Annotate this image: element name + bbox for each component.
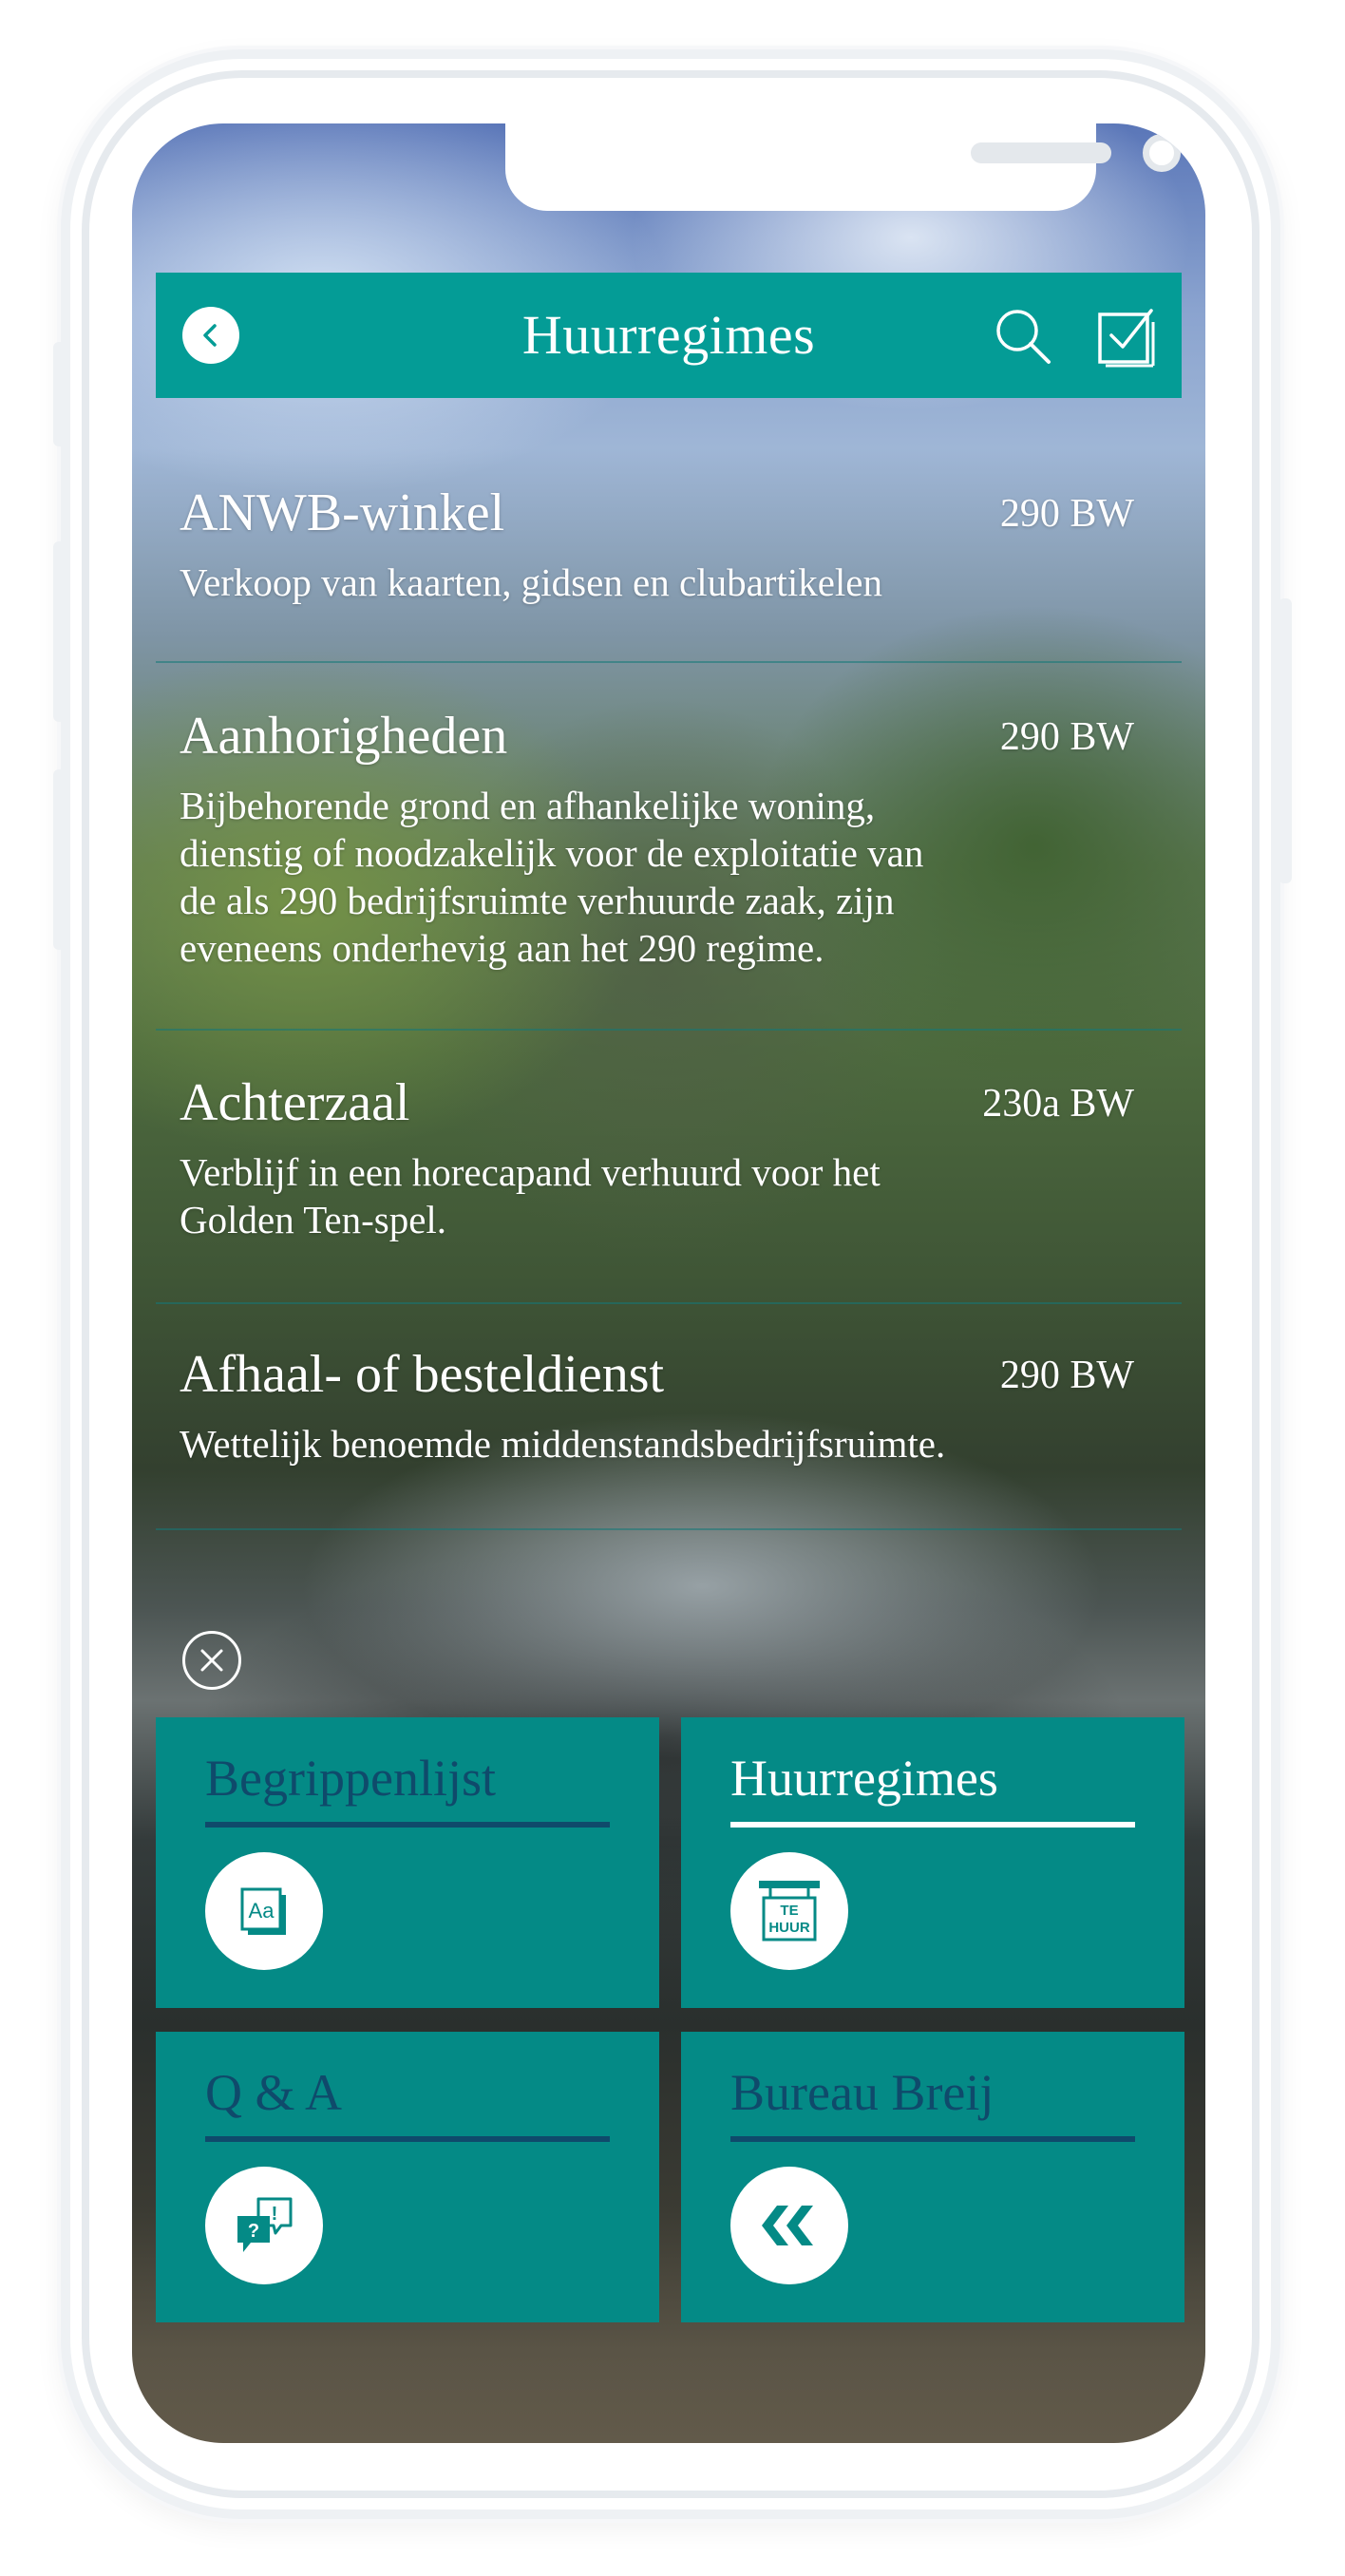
tile-underline xyxy=(205,2136,610,2142)
list-item[interactable]: Afhaal- of besteldienst 290 BW Wettelijk… xyxy=(156,1344,1182,1530)
description-line: Golden Ten-spel. xyxy=(180,1198,447,1241)
entry-description: Bijbehorende grond en afhankelijke wonin… xyxy=(180,782,1139,972)
notch xyxy=(505,123,1181,211)
tile-underline xyxy=(205,1822,610,1828)
tile-label: Begrippenlijst xyxy=(205,1750,496,1807)
svg-text:!: ! xyxy=(272,2204,278,2225)
menu-tile-bureau-breij[interactable]: Bureau Breij xyxy=(681,2032,1184,2322)
tile-label: Huurregimes xyxy=(730,1750,998,1807)
entry-code: 290 BW xyxy=(999,715,1134,759)
mute-switch xyxy=(53,342,66,446)
menu-tile-qa[interactable]: Q & A ! ? xyxy=(156,2032,659,2322)
back-button[interactable] xyxy=(182,307,239,364)
app-header: Huurregimes xyxy=(156,273,1182,398)
list-item[interactable]: ANWB-winkel 290 BW Verkoop van kaarten, … xyxy=(156,483,1182,663)
double-chevron-left-logo-icon xyxy=(730,2167,848,2284)
close-menu-button[interactable] xyxy=(182,1631,241,1690)
app-screen: Huurregimes ANWB-winkel 290 BW Verkoop v… xyxy=(132,123,1205,2443)
tile-label: Bureau Breij xyxy=(730,2064,995,2121)
entry-code: 230a BW xyxy=(982,1082,1134,1126)
sign-text-top: TE xyxy=(780,1903,798,1919)
entry-code: 290 BW xyxy=(999,492,1134,536)
entry-title: Achterzaal xyxy=(180,1073,410,1132)
chevron-left-icon xyxy=(203,324,217,347)
list-item[interactable]: Aanhorigheden 290 BW Bijbehorende grond … xyxy=(156,706,1182,1031)
description-line: de als 290 bedrijfsruimte verhuurde zaak… xyxy=(180,879,895,922)
speaker-grille xyxy=(971,142,1111,163)
glossary-aa-icon: Aa xyxy=(205,1852,323,1970)
entry-description: Verblijf in een horecapand verhuurd voor… xyxy=(180,1148,1139,1243)
description-line: dienstig of noodzakelijk voor de exploit… xyxy=(180,831,924,875)
close-circle-icon xyxy=(200,1649,223,1672)
volume-down-button xyxy=(53,769,66,950)
description-line: Bijbehorende grond en afhankelijke wonin… xyxy=(180,784,876,827)
tile-label: Q & A xyxy=(205,2064,343,2121)
menu-tile-begrippenlijst[interactable]: Begrippenlijst Aa xyxy=(156,1717,659,2008)
entry-description: Wettelijk benoemde middenstandsbedrijfsr… xyxy=(180,1422,946,1466)
sign-text-bottom: HUUR xyxy=(768,1920,809,1936)
te-huur-sign-icon: TE HUUR xyxy=(730,1852,848,1970)
entry-title: Aanhorigheden xyxy=(180,707,508,766)
question-answer-bubbles-icon: ! ? xyxy=(205,2167,323,2284)
volume-up-button xyxy=(53,541,66,722)
search-button[interactable] xyxy=(992,305,1054,368)
entry-title: Afhaal- of besteldienst xyxy=(180,1345,665,1404)
entry-description: Verkoop van kaarten, gidsen en clubartik… xyxy=(180,560,883,604)
tile-underline xyxy=(730,2136,1135,2142)
description-line: Verblijf in een horecapand verhuurd voor… xyxy=(180,1150,881,1194)
svg-text:Aa: Aa xyxy=(249,1899,275,1923)
entry-title: ANWB-winkel xyxy=(180,483,505,542)
checkbox-icon xyxy=(1098,309,1155,368)
checklist-button[interactable] xyxy=(1096,305,1159,368)
front-camera xyxy=(1143,134,1181,172)
entry-code: 290 BW xyxy=(999,1354,1134,1397)
search-icon xyxy=(996,310,1051,364)
description-line: eveneens onderhevig aan het 290 regime. xyxy=(180,926,824,970)
menu-tile-huurregimes[interactable]: Huurregimes TE HUUR xyxy=(681,1717,1184,2008)
list-item[interactable]: Achterzaal 230a BW Verblijf in een horec… xyxy=(156,1072,1182,1304)
tile-underline xyxy=(730,1822,1135,1828)
power-button xyxy=(1279,598,1292,883)
svg-text:?: ? xyxy=(248,2221,259,2242)
